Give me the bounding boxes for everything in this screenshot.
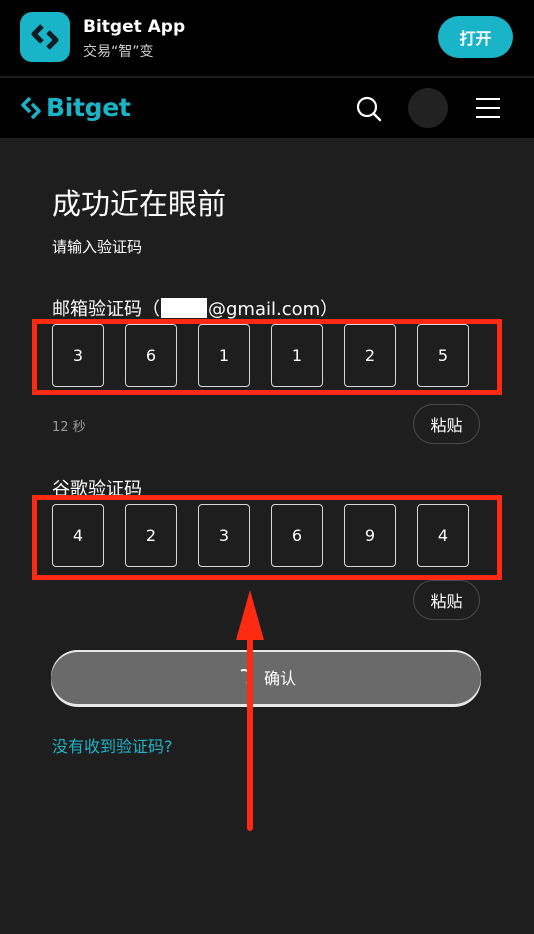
- app-title: Bitget App: [83, 17, 186, 37]
- email-code-label: 邮箱验证码（ @gmail.com）: [52, 295, 338, 321]
- open-app-button[interactable]: 打开: [438, 16, 513, 58]
- bitget-logo[interactable]: Bitget: [20, 93, 131, 122]
- search-icon[interactable]: [354, 94, 384, 124]
- redacted-email: [161, 298, 207, 318]
- avatar[interactable]: [408, 88, 448, 128]
- page-title: 成功近在眼前: [52, 187, 227, 221]
- logo-text: Bitget: [46, 93, 131, 122]
- resend-timer: 12 秒: [52, 420, 86, 435]
- confirm-label: 确认: [263, 669, 296, 688]
- email-label-prefix: 邮箱验证码（: [52, 299, 160, 320]
- spinner-icon: [233, 666, 255, 688]
- site-header: Bitget: [0, 78, 534, 138]
- verification-panel: 成功近在眼前 请输入验证码 邮箱验证码（ @gmail.com） 3 6 1 1 …: [0, 138, 534, 934]
- google-paste-button[interactable]: 粘贴: [413, 580, 480, 620]
- bitget-logo-icon: [21, 96, 41, 119]
- bitget-logo-icon: [31, 24, 59, 50]
- email-label-suffix: @gmail.com）: [208, 299, 339, 320]
- resend-code-link[interactable]: 没有收到验证码?: [52, 733, 173, 757]
- email-paste-button[interactable]: 粘贴: [413, 404, 480, 444]
- google-code-highlight-box: [32, 495, 502, 580]
- app-subtitle: 交易“智”变: [83, 44, 154, 60]
- page-subtitle: 请输入验证码: [52, 238, 143, 256]
- menu-icon[interactable]: [474, 96, 502, 120]
- email-code-highlight-box: [32, 319, 502, 395]
- confirm-button[interactable]: 确认: [51, 650, 481, 704]
- bitget-app-icon[interactable]: [20, 12, 70, 62]
- app-banner: Bitget App 交易“智”变 打开: [0, 0, 534, 76]
